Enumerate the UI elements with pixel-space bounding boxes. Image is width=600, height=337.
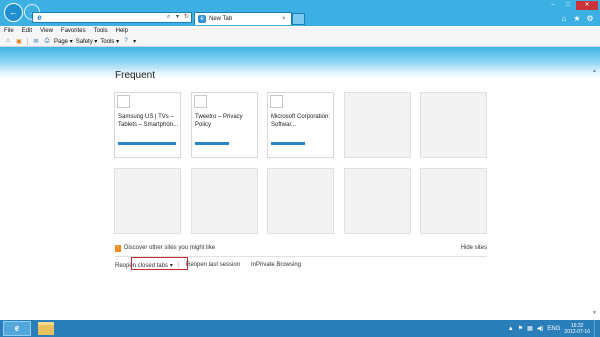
show-hidden-icons-icon[interactable]: ▲ [508, 326, 514, 332]
discover-link[interactable]: Discover other sites you might like [124, 245, 215, 251]
system-tray: ▲ ⚑ ▦ ◀) ENG 16:32 2012-07-16 [508, 320, 598, 337]
scroll-down-icon[interactable]: ▼ [592, 311, 597, 316]
hide-sites-link[interactable]: Hide sites [461, 245, 487, 251]
site-activity-bar [118, 142, 176, 145]
help-menu-button[interactable]: ▾ [133, 38, 136, 45]
back-button[interactable]: ← [4, 3, 23, 22]
reopen-last-session-link[interactable]: Reopen last session [186, 262, 240, 268]
site-tile-label: Samsung US | TVs – Tablets – Smartphon..… [118, 114, 179, 128]
menu-help[interactable]: Help [116, 28, 128, 34]
help-icon[interactable]: ? [122, 37, 130, 45]
file-explorer-taskbar-icon[interactable] [38, 322, 54, 335]
taskbar: e ▲ ⚑ ▦ ◀) ENG 16:32 2012-07-16 [0, 320, 600, 337]
site-activity-bar [195, 142, 229, 145]
clock[interactable]: 16:32 2012-07-16 [564, 323, 590, 335]
discover-bar: ! Discover other sites you might like Hi… [115, 244, 487, 254]
browser-titlebar: ← → e ⌕ ▾ ↻ e New Tab × – □ ✕ ⌂ ★ ⚙ [0, 0, 600, 26]
mail-icon[interactable]: ✉ [32, 37, 40, 45]
page-title: Frequent [115, 70, 156, 81]
flag-icon[interactable]: ⚑ [518, 325, 523, 332]
tab-label: New Tab [209, 16, 233, 22]
new-tab-button[interactable] [292, 13, 305, 25]
page-menu-button[interactable]: Page ▾ [54, 38, 73, 45]
empty-tile[interactable] [420, 92, 487, 158]
inprivate-browsing-link[interactable]: InPrivate Browsing [251, 262, 301, 268]
site-tile-2[interactable]: Tweetro – Privacy Policy [191, 92, 258, 158]
scroll-up-icon[interactable]: ▲ [592, 69, 597, 74]
tools-menu-button[interactable]: Tools ▾ [100, 38, 119, 45]
safety-menu-button[interactable]: Safety ▾ [76, 38, 98, 45]
clock-date: 2012-07-16 [564, 328, 590, 335]
refresh-icon[interactable]: ↻ [182, 13, 191, 22]
menu-bar: File Edit View Favorites Tools Help [0, 26, 600, 36]
maximize-button[interactable]: □ [561, 1, 575, 10]
home-cmd-icon[interactable]: ⌂ [4, 37, 12, 45]
search-icon[interactable]: ⌕ [164, 13, 173, 22]
site-favicon [194, 95, 207, 108]
internet-explorer-taskbar-icon[interactable]: e [3, 321, 31, 336]
empty-tile[interactable] [191, 168, 258, 234]
tools-gear-icon[interactable]: ⚙ [585, 14, 595, 24]
tab-close-icon[interactable]: × [282, 16, 288, 22]
site-tile-label: Microsoft Corporation: Softwar... [271, 114, 331, 128]
feeds-icon[interactable]: ▣ [15, 37, 23, 45]
separator [27, 37, 28, 45]
site-tile-label: Tweetro – Privacy Policy [195, 114, 243, 128]
menu-tools[interactable]: Tools [94, 28, 108, 34]
close-button[interactable]: ✕ [576, 1, 598, 10]
site-favicon [117, 95, 130, 108]
back-arrow-icon: ← [9, 7, 18, 17]
dropdown-arrow-icon[interactable]: ▾ [173, 13, 182, 22]
home-icon[interactable]: ⌂ [559, 14, 569, 24]
empty-tile[interactable] [267, 168, 334, 234]
inprivate-highlight-box [131, 257, 188, 270]
menu-file[interactable]: File [4, 28, 14, 34]
print-icon[interactable]: ⎙ [43, 37, 51, 45]
command-bar: ⌂ ▣ ✉ ⎙ Page ▾ Safety ▾ Tools ▾ ? ▾ [0, 36, 600, 47]
language-indicator[interactable]: ENG [547, 326, 560, 332]
site-activity-bar [271, 142, 305, 145]
empty-tile[interactable] [344, 92, 411, 158]
window-controls: – □ ✕ [546, 1, 598, 10]
site-favicon [270, 95, 283, 108]
site-tile-3[interactable]: Microsoft Corporation: Softwar... [267, 92, 334, 158]
empty-tile[interactable] [344, 168, 411, 234]
minimize-button[interactable]: – [546, 1, 560, 10]
header-gradient [0, 47, 600, 79]
tab-new-tab[interactable]: e New Tab × [194, 12, 292, 25]
address-bar[interactable]: e ⌕ ▾ ↻ [32, 12, 192, 23]
new-tab-page-icon: e [198, 15, 206, 23]
show-desktop-button[interactable] [594, 320, 598, 337]
ie-page-icon: e [37, 13, 42, 22]
empty-tile[interactable] [420, 168, 487, 234]
menu-edit[interactable]: Edit [22, 28, 32, 34]
lightbulb-icon: ! [115, 245, 121, 252]
volume-icon[interactable]: ◀) [537, 325, 544, 332]
favorites-star-icon[interactable]: ★ [572, 14, 582, 24]
empty-tile[interactable] [114, 168, 181, 234]
site-tile-1[interactable]: Samsung US | TVs – Tablets – Smartphon..… [114, 92, 181, 158]
new-tab-page: Frequent Samsung US | TVs – Tablets – Sm… [0, 47, 600, 320]
network-icon[interactable]: ▦ [527, 325, 533, 332]
menu-favorites[interactable]: Favorites [61, 28, 86, 34]
menu-view[interactable]: View [40, 28, 53, 34]
